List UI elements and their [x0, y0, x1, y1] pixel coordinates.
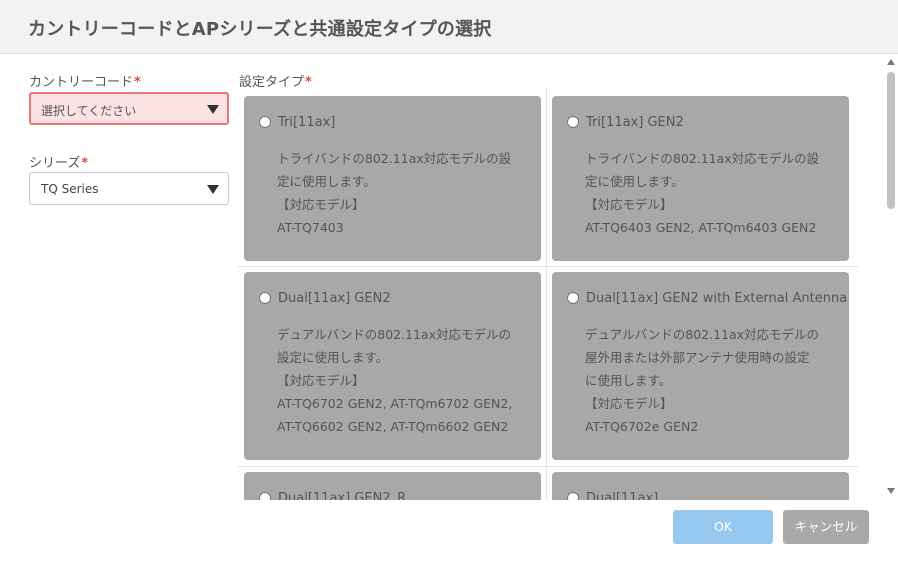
scroll-down-arrow-icon[interactable] [887, 488, 895, 494]
description-line: 【対応モデル】 [585, 197, 673, 212]
description-line: 設定に使用します。 [277, 350, 389, 365]
scrollbar-thumb[interactable] [887, 72, 895, 209]
row-divider [238, 466, 858, 467]
dialog-header: カントリーコードとAPシリーズと共通設定タイプの選択 [0, 0, 898, 54]
card-title: Dual[11ax] GEN2_R [278, 491, 407, 500]
series-label-text: シリーズ [29, 156, 81, 171]
description-line: トライバンドの802.11ax対応モデルの設 [277, 151, 512, 166]
description-line: 【対応モデル】 [277, 373, 365, 388]
description-line: 定に使用します。 [277, 174, 376, 189]
description-line: AT-TQ6403 GEN2, AT-TQm6403 GEN2 [585, 220, 817, 235]
description-line: デュアルバンドの802.11ax対応モデルの [585, 327, 820, 342]
radio-button[interactable] [259, 116, 271, 128]
description-line: AT-TQ7403 [277, 220, 344, 235]
card-title: Dual[11ax] GEN2 [278, 291, 391, 306]
radio-button[interactable] [259, 292, 271, 304]
radio-button[interactable] [567, 116, 579, 128]
description-line: トライバンドの802.11ax対応モデルの設 [585, 151, 820, 166]
country-code-label-text: カントリーコード [29, 75, 134, 90]
setting-type-card-dual-11ax-gen2[interactable]: Dual[11ax] GEN2 デュアルバンドの802.11ax対応モデルの 設… [244, 272, 541, 460]
country-code-select[interactable]: 選択してください [29, 92, 229, 125]
card-title: Dual[11ax] [586, 491, 659, 500]
column-divider [546, 88, 547, 500]
description-line: AT-TQ6602 GEN2, AT-TQm6602 GEN2 [277, 419, 509, 434]
series-value: TQ Series [41, 182, 99, 196]
country-code-value: 選択してください [41, 104, 137, 118]
card-title: Tri[11ax] GEN2 [586, 115, 684, 130]
scroll-up-arrow-icon[interactable] [887, 59, 895, 65]
description-line: 屋外用または外部アンテナ使用時の設定 [585, 350, 810, 365]
setting-type-card-tri-11ax[interactable]: Tri[11ax] トライバンドの802.11ax対応モデルの設 定に使用します… [244, 96, 541, 261]
series-label: シリーズ* [29, 152, 88, 171]
card-description: トライバンドの802.11ax対応モデルの設 定に使用します。 【対応モデル】 … [277, 147, 511, 239]
setting-type-card-dual-11ax[interactable]: Dual[11ax] [552, 472, 849, 500]
card-title: Tri[11ax] [278, 115, 336, 130]
description-line: に使用します。 [585, 373, 672, 388]
setting-type-card-tri-11ax-gen2[interactable]: Tri[11ax] GEN2 トライバンドの802.11ax対応モデルの設 定に… [552, 96, 849, 261]
radio-button[interactable] [567, 492, 579, 500]
card-title: Dual[11ax] GEN2 with External Antenna [586, 291, 848, 306]
dialog-title: カントリーコードとAPシリーズと共通設定タイプの選択 [28, 19, 492, 40]
country-code-label: カントリーコード* [29, 71, 141, 90]
required-mark: * [81, 156, 89, 171]
card-description: トライバンドの802.11ax対応モデルの設 定に使用します。 【対応モデル】 … [585, 147, 819, 239]
description-line: デュアルバンドの802.11ax対応モデルの [277, 327, 512, 342]
radio-button[interactable] [259, 492, 271, 500]
card-description: デュアルバンドの802.11ax対応モデルの 設定に使用します。 【対応モデル】… [277, 323, 512, 438]
radio-button[interactable] [567, 292, 579, 304]
description-line: 【対応モデル】 [277, 197, 365, 212]
cancel-button[interactable]: キャンセル [783, 510, 869, 544]
description-line: 【対応モデル】 [585, 396, 673, 411]
description-line: AT-TQ6702e GEN2 [585, 419, 699, 434]
card-description: デュアルバンドの802.11ax対応モデルの 屋外用または外部アンテナ使用時の設… [585, 323, 819, 438]
caret-down-icon [207, 185, 219, 194]
setting-type-card-dual-11ax-gen2-r[interactable]: Dual[11ax] GEN2_R [244, 472, 541, 500]
description-line: 定に使用します。 [585, 174, 684, 189]
setting-type-list[interactable]: Tri[11ax] トライバンドの802.11ax対応モデルの設 定に使用します… [238, 88, 858, 500]
setting-type-card-dual-11ax-gen2-external-antenna[interactable]: Dual[11ax] GEN2 with External Antenna デュ… [552, 272, 849, 460]
row-divider [238, 266, 858, 267]
description-line: AT-TQ6702 GEN2, AT-TQm6702 GEN2, [277, 396, 513, 411]
ok-button[interactable]: OK [673, 510, 773, 544]
caret-down-icon [207, 105, 219, 114]
required-mark: * [134, 75, 141, 90]
series-select[interactable]: TQ Series [29, 172, 229, 205]
